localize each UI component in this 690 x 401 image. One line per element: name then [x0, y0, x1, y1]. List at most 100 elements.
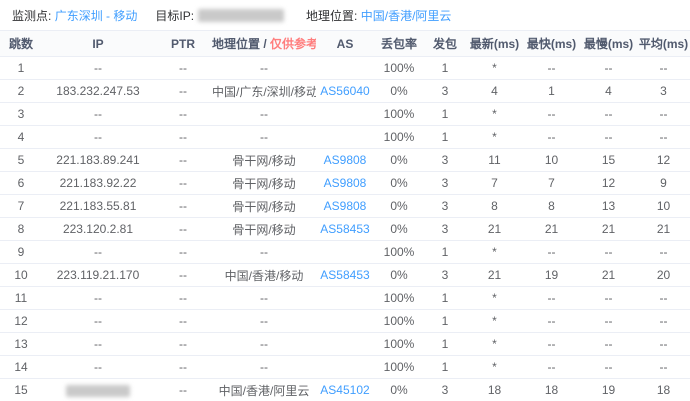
cell-geo: --	[212, 241, 316, 264]
table-row: 11------100%1*------	[0, 287, 690, 310]
cell-geo: --	[212, 333, 316, 356]
cell-ip: 221.183.92.22	[42, 172, 154, 195]
cell-latest: 21	[466, 218, 523, 241]
cell-slowest: 12	[580, 172, 637, 195]
target-ip-group: 目标IP:	[155, 7, 288, 24]
cell-geo: 中国/广东/深圳/移动	[212, 80, 316, 103]
as-link[interactable]: AS9808	[324, 153, 367, 167]
cell-loss: 100%	[374, 241, 424, 264]
cell-latest: 18	[466, 379, 523, 401]
cell-as: AS9808	[316, 195, 374, 218]
cell-avg: --	[637, 103, 690, 126]
as-link[interactable]: AS58453	[320, 268, 369, 282]
cell-loss: 0%	[374, 264, 424, 287]
cell-hop: 3	[0, 103, 42, 126]
cell-sent: 1	[424, 241, 466, 264]
cell-sent: 3	[424, 195, 466, 218]
cell-fastest: --	[523, 126, 580, 149]
column-header-sent: 发包	[424, 31, 466, 57]
cell-as: AS56040	[316, 80, 374, 103]
cell-slowest: 15	[580, 149, 637, 172]
cell-as	[316, 287, 374, 310]
cell-geo: 骨干网/移动	[212, 149, 316, 172]
table-row: 8223.120.2.81--骨干网/移动AS584530%321212121	[0, 218, 690, 241]
cell-fastest: --	[523, 241, 580, 264]
cell-latest: *	[466, 57, 523, 80]
cell-fastest: 10	[523, 149, 580, 172]
cell-hop: 15	[0, 379, 42, 401]
cell-ptr: --	[154, 218, 212, 241]
toolbar: 监测点: 广东深圳 - 移动 目标IP: 地理位置: 中国/香港/阿里云	[0, 0, 690, 30]
cell-latest: *	[466, 310, 523, 333]
cell-hop: 12	[0, 310, 42, 333]
table-row: 15--中国/香港/阿里云AS451020%318181918	[0, 379, 690, 401]
cell-hop: 8	[0, 218, 42, 241]
cell-avg: --	[637, 333, 690, 356]
cell-loss: 100%	[374, 310, 424, 333]
cell-hop: 13	[0, 333, 42, 356]
cell-latest: 11	[466, 149, 523, 172]
cell-sent: 3	[424, 264, 466, 287]
cell-as	[316, 126, 374, 149]
target-ip-label: 目标IP:	[155, 7, 194, 24]
as-link[interactable]: AS45102	[320, 383, 369, 397]
cell-as: AS45102	[316, 379, 374, 401]
cell-loss: 0%	[374, 80, 424, 103]
cell-slowest: --	[580, 57, 637, 80]
cell-slowest: 4	[580, 80, 637, 103]
cell-geo: 骨干网/移动	[212, 195, 316, 218]
cell-sent: 1	[424, 333, 466, 356]
cell-fastest: 18	[523, 379, 580, 401]
cell-slowest: --	[580, 356, 637, 379]
cell-avg: 9	[637, 172, 690, 195]
monitor-point-link[interactable]: 广东深圳 - 移动	[55, 7, 138, 24]
as-link[interactable]: AS56040	[320, 84, 369, 98]
as-link[interactable]: AS9808	[324, 176, 367, 190]
cell-geo: --	[212, 287, 316, 310]
table-row: 3------100%1*------	[0, 103, 690, 126]
cell-sent: 3	[424, 172, 466, 195]
cell-avg: 10	[637, 195, 690, 218]
monitor-point-group: 监测点: 广东深圳 - 移动	[12, 7, 137, 24]
cell-loss: 100%	[374, 356, 424, 379]
cell-geo: 骨干网/移动	[212, 218, 316, 241]
cell-fastest: --	[523, 333, 580, 356]
cell-slowest: 19	[580, 379, 637, 401]
as-link[interactable]: AS9808	[324, 199, 367, 213]
cell-latest: 21	[466, 264, 523, 287]
cell-loss: 0%	[374, 149, 424, 172]
cell-geo: --	[212, 310, 316, 333]
column-header-ip: IP	[42, 31, 154, 57]
cell-loss: 0%	[374, 218, 424, 241]
cell-as	[316, 333, 374, 356]
cell-hop: 2	[0, 80, 42, 103]
cell-loss: 0%	[374, 195, 424, 218]
cell-ip: --	[42, 126, 154, 149]
cell-ip: 223.119.21.170	[42, 264, 154, 287]
table-header: 跳数 IP PTR 地理位置 / 仅供参考 AS 丢包率 发包 最新(ms) 最…	[0, 31, 690, 57]
cell-loss: 100%	[374, 333, 424, 356]
column-header-ptr: PTR	[154, 31, 212, 57]
geo-link[interactable]: 中国/香港/阿里云	[361, 7, 452, 24]
cell-sent: 3	[424, 218, 466, 241]
column-header-loss: 丢包率	[374, 31, 424, 57]
as-link[interactable]: AS58453	[320, 222, 369, 236]
cell-ip: 223.120.2.81	[42, 218, 154, 241]
cell-latest: *	[466, 103, 523, 126]
cell-as: AS58453	[316, 218, 374, 241]
cell-geo: --	[212, 103, 316, 126]
cell-ptr: --	[154, 57, 212, 80]
cell-geo: --	[212, 356, 316, 379]
cell-loss: 100%	[374, 103, 424, 126]
cell-avg: 18	[637, 379, 690, 401]
cell-latest: 8	[466, 195, 523, 218]
cell-geo: 骨干网/移动	[212, 172, 316, 195]
cell-as	[316, 103, 374, 126]
cell-sent: 1	[424, 57, 466, 80]
table-row: 12------100%1*------	[0, 310, 690, 333]
cell-fastest: 8	[523, 195, 580, 218]
geo-header-text: 地理位置 /	[212, 37, 270, 51]
cell-loss: 0%	[374, 172, 424, 195]
cell-hop: 11	[0, 287, 42, 310]
cell-ptr: --	[154, 149, 212, 172]
